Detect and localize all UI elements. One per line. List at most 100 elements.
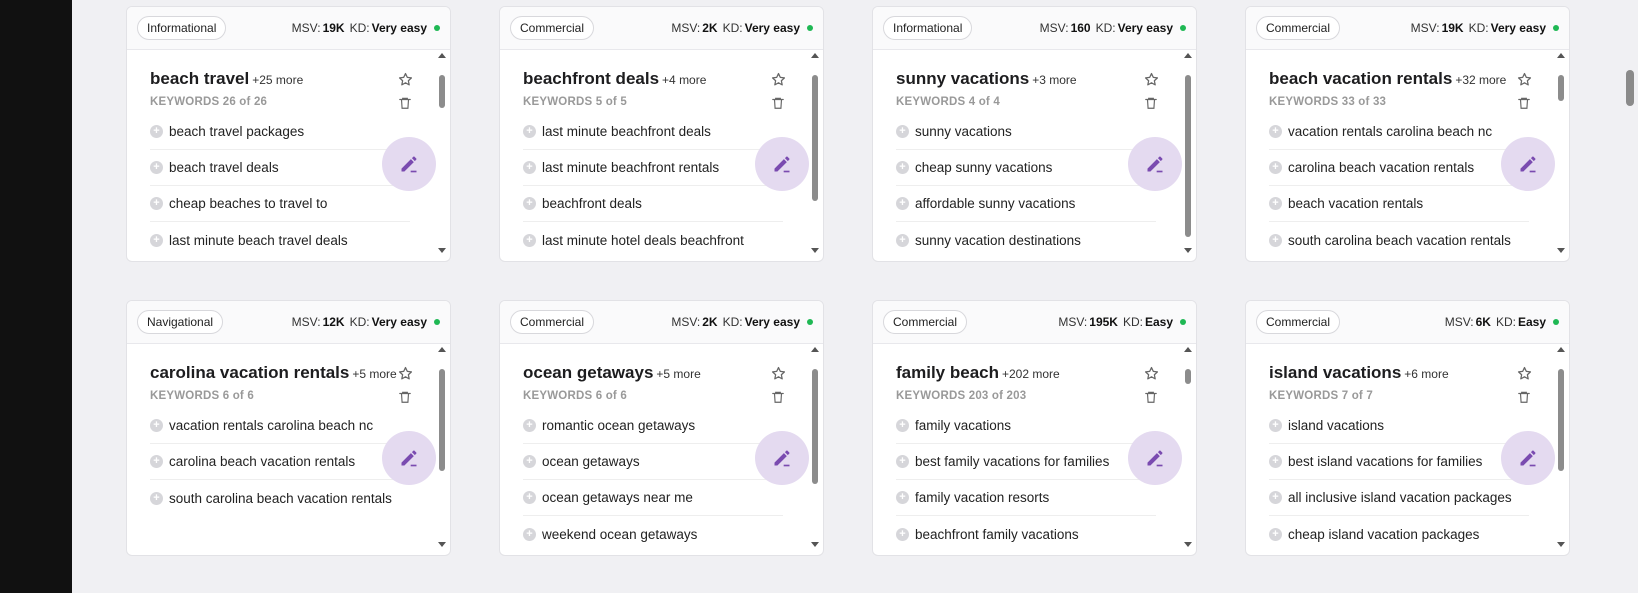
scroll-down-arrow-icon[interactable] bbox=[438, 542, 446, 547]
card-scrollbar-thumb[interactable] bbox=[812, 368, 818, 485]
edit-button[interactable] bbox=[382, 137, 436, 191]
keyword-item[interactable]: + last minute beachfront deals bbox=[523, 114, 783, 150]
trash-icon[interactable] bbox=[1142, 94, 1160, 112]
plus-icon[interactable]: + bbox=[523, 419, 536, 432]
plus-icon[interactable]: + bbox=[1269, 455, 1282, 468]
plus-icon[interactable]: + bbox=[523, 491, 536, 504]
edit-button[interactable] bbox=[382, 431, 436, 485]
keyword-item[interactable]: + beach travel deals bbox=[150, 150, 410, 186]
plus-icon[interactable]: + bbox=[896, 197, 909, 210]
keyword-item[interactable]: + last minute beachfront rentals bbox=[523, 150, 783, 186]
plus-icon[interactable]: + bbox=[896, 455, 909, 468]
keyword-item[interactable]: + cheap sunny vacations bbox=[896, 150, 1156, 186]
plus-icon[interactable]: + bbox=[896, 527, 909, 541]
card-scrollbar-thumb[interactable] bbox=[1185, 74, 1191, 237]
star-icon[interactable] bbox=[1142, 364, 1160, 382]
trash-icon[interactable] bbox=[1515, 94, 1533, 112]
plus-icon[interactable]: + bbox=[896, 233, 909, 247]
plus-icon[interactable]: + bbox=[150, 125, 163, 138]
plus-icon[interactable]: + bbox=[896, 125, 909, 138]
plus-icon[interactable]: + bbox=[523, 125, 536, 138]
star-icon[interactable] bbox=[769, 70, 787, 88]
keyword-item[interactable]: + best family vacations for families bbox=[896, 444, 1156, 480]
plus-icon[interactable]: + bbox=[896, 419, 909, 432]
card-scrollbar[interactable] bbox=[1556, 53, 1566, 253]
scroll-down-arrow-icon[interactable] bbox=[1557, 542, 1565, 547]
card-scrollbar[interactable] bbox=[810, 347, 820, 547]
scroll-down-arrow-icon[interactable] bbox=[1184, 248, 1192, 253]
keyword-item[interactable]: + last minute hotel deals beachfront bbox=[523, 222, 783, 258]
card-scrollbar[interactable] bbox=[810, 53, 820, 253]
more-count[interactable]: +4 more bbox=[662, 73, 706, 87]
plus-icon[interactable]: + bbox=[150, 455, 163, 468]
keyword-item[interactable]: + romantic ocean getaways bbox=[523, 408, 783, 444]
trash-icon[interactable] bbox=[396, 388, 414, 406]
edit-button[interactable] bbox=[755, 137, 809, 191]
keyword-item[interactable]: + beachfront deals bbox=[523, 186, 783, 222]
star-icon[interactable] bbox=[769, 364, 787, 382]
keyword-item[interactable]: + cheap island vacation packages bbox=[1269, 516, 1529, 552]
plus-icon[interactable]: + bbox=[1269, 161, 1282, 174]
plus-icon[interactable]: + bbox=[523, 233, 536, 247]
plus-icon[interactable]: + bbox=[1269, 125, 1282, 138]
plus-icon[interactable]: + bbox=[150, 161, 163, 174]
more-count[interactable]: +202 more bbox=[1002, 367, 1060, 381]
scroll-down-arrow-icon[interactable] bbox=[1184, 542, 1192, 547]
scroll-down-arrow-icon[interactable] bbox=[1557, 248, 1565, 253]
card-scrollbar-thumb[interactable] bbox=[439, 368, 445, 472]
scroll-down-arrow-icon[interactable] bbox=[811, 542, 819, 547]
trash-icon[interactable] bbox=[769, 388, 787, 406]
star-icon[interactable] bbox=[1515, 70, 1533, 88]
scroll-up-arrow-icon[interactable] bbox=[1557, 53, 1565, 58]
keyword-item[interactable]: + beachfront family vacations bbox=[896, 516, 1156, 552]
edit-button[interactable] bbox=[1501, 137, 1555, 191]
keyword-item[interactable]: + cheap beaches to travel to bbox=[150, 186, 410, 222]
edit-button[interactable] bbox=[1501, 431, 1555, 485]
trash-icon[interactable] bbox=[1515, 388, 1533, 406]
star-icon[interactable] bbox=[1515, 364, 1533, 382]
plus-icon[interactable]: + bbox=[1269, 233, 1282, 247]
edit-button[interactable] bbox=[755, 431, 809, 485]
plus-icon[interactable]: + bbox=[150, 233, 163, 247]
keyword-item[interactable]: + island vacations bbox=[1269, 408, 1529, 444]
more-count[interactable]: +5 more bbox=[656, 367, 700, 381]
keyword-item[interactable]: + sunny vacations bbox=[896, 114, 1156, 150]
scroll-up-arrow-icon[interactable] bbox=[1184, 53, 1192, 58]
card-scrollbar-thumb[interactable] bbox=[1558, 74, 1564, 101]
keyword-item[interactable]: + affordable sunny vacations bbox=[896, 186, 1156, 222]
keyword-item[interactable]: + family vacations bbox=[896, 408, 1156, 444]
keyword-item[interactable]: + sunny vacation destinations bbox=[896, 222, 1156, 258]
scroll-up-arrow-icon[interactable] bbox=[811, 347, 819, 352]
keyword-item[interactable]: + last minute beach travel deals bbox=[150, 222, 410, 258]
scroll-up-arrow-icon[interactable] bbox=[1184, 347, 1192, 352]
keyword-item[interactable]: + best island vacations for families bbox=[1269, 444, 1529, 480]
keyword-item[interactable]: + carolina beach vacation rentals bbox=[1269, 150, 1529, 186]
plus-icon[interactable]: + bbox=[523, 161, 536, 174]
card-scrollbar[interactable] bbox=[1183, 53, 1193, 253]
plus-icon[interactable]: + bbox=[523, 455, 536, 468]
plus-icon[interactable]: + bbox=[150, 197, 163, 210]
card-scrollbar-thumb[interactable] bbox=[439, 74, 445, 109]
keyword-item[interactable]: + beach travel packages bbox=[150, 114, 410, 150]
edit-button[interactable] bbox=[1128, 137, 1182, 191]
keyword-item[interactable]: + carolina beach vacation rentals bbox=[150, 444, 410, 480]
keyword-item[interactable]: + ocean getaways bbox=[523, 444, 783, 480]
plus-icon[interactable]: + bbox=[150, 419, 163, 432]
scroll-down-arrow-icon[interactable] bbox=[811, 248, 819, 253]
plus-icon[interactable]: + bbox=[523, 527, 536, 541]
trash-icon[interactable] bbox=[1142, 388, 1160, 406]
more-count[interactable]: +32 more bbox=[1455, 73, 1506, 87]
plus-icon[interactable]: + bbox=[1269, 419, 1282, 432]
star-icon[interactable] bbox=[396, 364, 414, 382]
plus-icon[interactable]: + bbox=[1269, 197, 1282, 210]
more-count[interactable]: +6 more bbox=[1404, 367, 1448, 381]
keyword-item[interactable]: + south carolina beach vacation rentals bbox=[150, 480, 410, 516]
keyword-item[interactable]: + all inclusive island vacation packages bbox=[1269, 480, 1529, 516]
edit-button[interactable] bbox=[1128, 431, 1182, 485]
trash-icon[interactable] bbox=[769, 94, 787, 112]
scroll-up-arrow-icon[interactable] bbox=[438, 53, 446, 58]
card-scrollbar[interactable] bbox=[437, 53, 447, 253]
card-scrollbar-thumb[interactable] bbox=[812, 74, 818, 202]
card-scrollbar[interactable] bbox=[437, 347, 447, 547]
star-icon[interactable] bbox=[1142, 70, 1160, 88]
